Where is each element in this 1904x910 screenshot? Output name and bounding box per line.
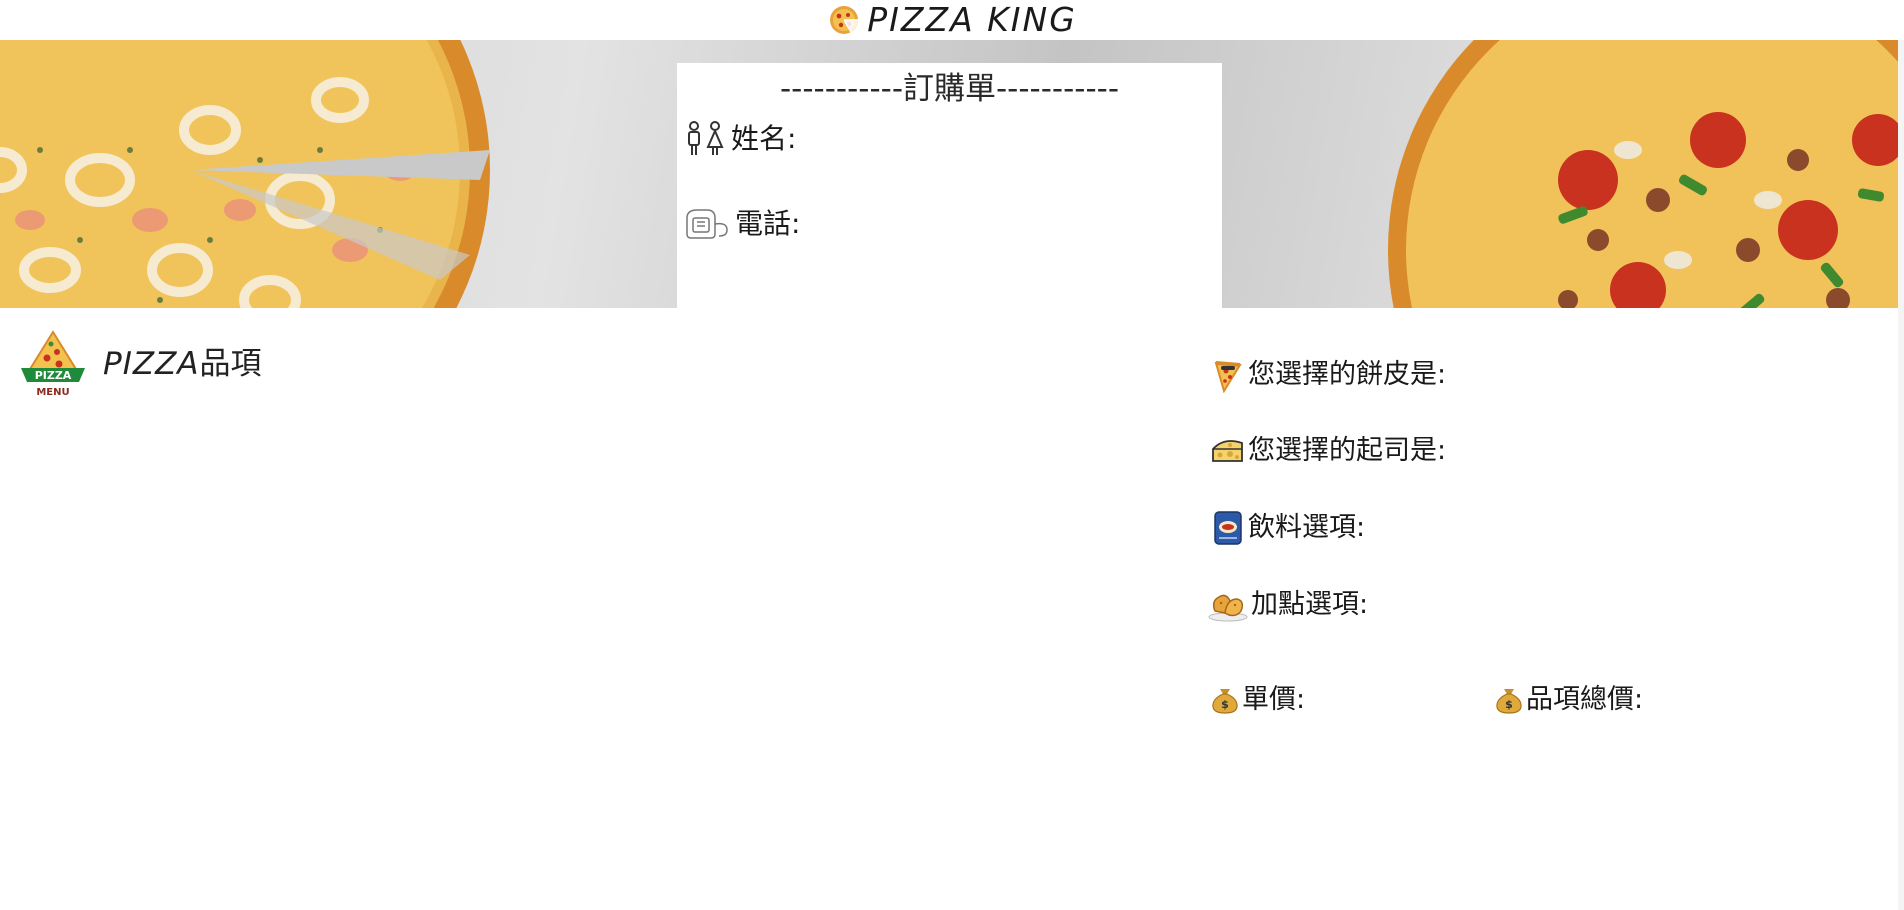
extra-summary-row: 加點選項: — [1207, 585, 1370, 625]
phone-field-row: 電話: — [683, 204, 1165, 244]
fried-chicken-icon — [1208, 594, 1248, 622]
name-field-row: 姓名: — [683, 119, 1161, 159]
drink-label: 飲料選項: — [1248, 512, 1366, 543]
menu-section-header: PIZZA MENU PIZZA品項 — [17, 328, 262, 400]
menu-title-cjk: 品項 — [199, 346, 262, 382]
unit-price-row: $ 單價: — [1210, 680, 1307, 720]
svg-text:$: $ — [1221, 698, 1229, 711]
crust-summary-row: 您選擇的餅皮是: — [1210, 355, 1448, 395]
brand-title: PIZZA KING — [867, 0, 1077, 39]
total-price-label: 品項總價: — [1526, 684, 1644, 715]
cheese-summary-row: 您選擇的起司是: — [1210, 431, 1448, 471]
man-woman-icon — [688, 121, 724, 155]
telephone-icon — [686, 209, 728, 239]
name-input[interactable] — [800, 121, 1161, 157]
menu-title: PIZZA品項 — [103, 344, 262, 384]
money-bag-icon: $ — [1496, 689, 1522, 714]
money-bag-icon: $ — [1212, 689, 1238, 714]
cheese-icon — [1212, 440, 1243, 462]
extra-label: 加點選項: — [1251, 589, 1369, 620]
menu-logo-caption-top: PIZZA — [35, 369, 72, 382]
scrollbar-edge[interactable] — [1898, 40, 1904, 910]
cheese-label: 您選擇的起司是: — [1248, 435, 1447, 466]
drink-can-icon — [1214, 511, 1242, 545]
order-form-title: -----------訂購單----------- — [779, 71, 1120, 107]
menu-logo-caption-bottom: MENU — [36, 387, 69, 398]
crust-label: 您選擇的餅皮是: — [1248, 359, 1447, 390]
svg-text:$: $ — [1505, 698, 1513, 711]
site-header: PIZZA KING — [0, 0, 1904, 40]
unit-price-label: 單價: — [1242, 684, 1306, 715]
order-form-card: -----------訂購單----------- 姓名: 電話: — [677, 63, 1222, 308]
hero-banner: -----------訂購單----------- 姓名: 電話: — [0, 40, 1898, 308]
pizza-slices-icon — [830, 6, 859, 34]
phone-label: 電話: — [735, 207, 801, 240]
seafood-pizza-image — [0, 40, 490, 308]
phone-input[interactable] — [804, 206, 1165, 242]
pizza-slice-icon — [1214, 361, 1242, 393]
pizza-menu-logo-icon: PIZZA MENU — [21, 330, 85, 398]
supreme-pizza-image — [1388, 40, 1898, 308]
menu-title-latin: PIZZA — [103, 346, 200, 382]
name-label: 姓名: — [731, 122, 797, 155]
drink-summary-row: 飲料選項: — [1210, 508, 1367, 548]
total-price-row: $ 品項總價: — [1494, 680, 1645, 720]
